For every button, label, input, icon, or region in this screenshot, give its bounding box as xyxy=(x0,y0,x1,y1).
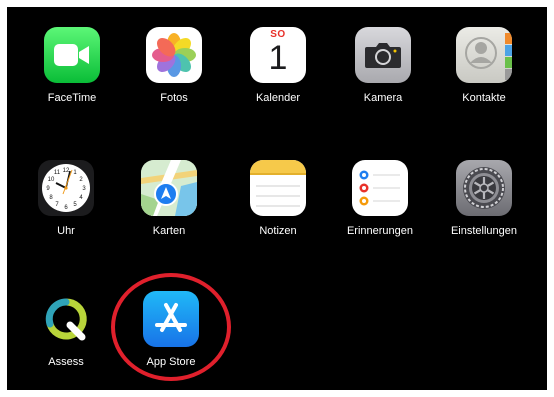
app-label: Notizen xyxy=(259,225,297,237)
calendar-day-number: 1 xyxy=(268,39,288,77)
app-reminders[interactable]: Erinnerungen xyxy=(325,160,435,260)
highlight-circle xyxy=(111,273,231,381)
svg-text:10: 10 xyxy=(48,177,55,183)
app-label: FaceTime xyxy=(47,92,97,104)
camera-icon xyxy=(355,27,411,83)
app-photos[interactable]: Fotos xyxy=(119,27,229,127)
settings-icon xyxy=(456,160,512,216)
app-assess[interactable]: Assess xyxy=(11,291,121,390)
notes-icon xyxy=(250,160,306,216)
app-contacts[interactable]: Kontakte xyxy=(429,27,539,127)
app-clock[interactable]: 12 3 6 9 1245 7 8 10 11 Uhr xyxy=(11,160,121,260)
app-camera[interactable]: Kamera xyxy=(328,27,438,127)
app-notes[interactable]: Notizen xyxy=(223,160,333,260)
app-settings[interactable]: Einstellungen xyxy=(429,160,539,260)
app-label: Kontakte xyxy=(462,92,506,104)
app-label: Kalender xyxy=(255,92,301,104)
app-label: Assess xyxy=(48,356,84,368)
app-label: Erinnerungen xyxy=(346,225,414,237)
app-label: Kamera xyxy=(363,92,403,104)
reminders-icon xyxy=(352,160,408,216)
facetime-icon xyxy=(44,27,100,83)
photos-icon xyxy=(146,27,202,83)
calendar-icon: SO 1 xyxy=(250,27,306,83)
app-maps[interactable]: Karten xyxy=(114,160,224,260)
app-calendar[interactable]: SO 1 Kalender xyxy=(223,27,333,127)
contacts-icon xyxy=(456,27,512,83)
svg-text:11: 11 xyxy=(54,170,61,176)
maps-icon xyxy=(141,160,197,216)
assess-icon xyxy=(38,291,94,347)
app-facetime[interactable]: FaceTime xyxy=(17,27,127,127)
app-label: Uhr xyxy=(57,225,75,237)
clock-icon: 12 3 6 9 1245 7 8 10 11 xyxy=(38,160,94,216)
app-label: Karten xyxy=(152,225,186,237)
home-screen: FaceTime Fotos SO 1 Kalender Kamera Kont… xyxy=(7,7,547,390)
app-label: Fotos xyxy=(160,92,188,104)
app-label: Einstellungen xyxy=(450,225,518,237)
